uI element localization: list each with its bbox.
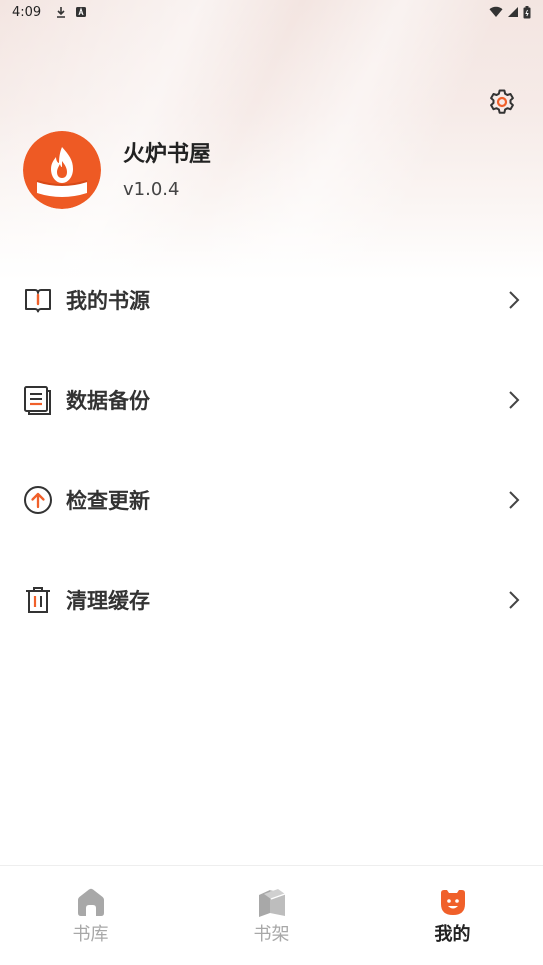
backup-icon — [22, 384, 54, 416]
settings-menu: 我的书源 数据备份 检查更新 清理缓存 — [0, 250, 543, 650]
notification-a-icon — [76, 7, 87, 17]
bottom-navigation: 书库 书架 我的 — [0, 865, 543, 965]
gear-icon — [490, 89, 514, 114]
app-name: 火炉书屋 — [123, 142, 212, 167]
wifi-icon — [489, 6, 503, 18]
book-source-icon — [22, 284, 54, 316]
menu-label: 清理缓存 — [66, 589, 150, 613]
tab-bookshelf[interactable]: 书架 — [181, 866, 362, 965]
chevron-right-icon — [509, 391, 520, 409]
profile-face-icon — [440, 890, 465, 915]
tab-library[interactable]: 书库 — [0, 866, 181, 965]
battery-icon — [523, 5, 531, 18]
status-bar: 4:09 — [0, 0, 543, 24]
menu-item-book-source[interactable]: 我的书源 — [0, 250, 543, 350]
chevron-right-icon — [509, 291, 520, 309]
menu-label: 检查更新 — [66, 489, 150, 513]
settings-button[interactable] — [486, 86, 518, 118]
app-version: v1.0.4 — [123, 179, 180, 200]
update-icon — [22, 484, 54, 516]
chevron-right-icon — [509, 491, 520, 509]
menu-label: 我的书源 — [66, 289, 150, 313]
tab-label: 书架 — [253, 924, 290, 945]
status-time: 4:09 — [12, 4, 42, 20]
tab-label: 书库 — [72, 924, 109, 945]
menu-item-data-backup[interactable]: 数据备份 — [0, 350, 543, 450]
bookshelf-icon — [258, 889, 285, 917]
signal-icon — [508, 7, 518, 17]
chevron-right-icon — [509, 591, 520, 609]
menu-label: 数据备份 — [66, 389, 150, 413]
menu-item-clear-cache[interactable]: 清理缓存 — [0, 550, 543, 650]
app-logo — [23, 131, 101, 209]
home-icon — [77, 888, 104, 916]
tab-mine[interactable]: 我的 — [362, 866, 543, 965]
menu-item-check-update[interactable]: 检查更新 — [0, 450, 543, 550]
tab-label: 我的 — [434, 924, 471, 945]
trash-icon — [22, 584, 54, 616]
download-icon — [57, 7, 66, 18]
